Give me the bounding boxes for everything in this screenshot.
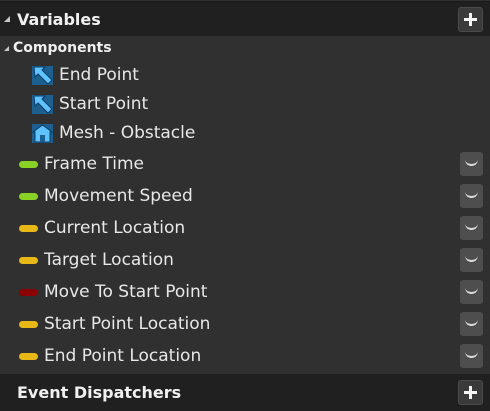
variable-label: Current Location (44, 218, 186, 238)
component-label: Start Point (59, 94, 149, 114)
event-dispatchers-section-header[interactable]: Event Dispatchers (0, 374, 490, 411)
visibility-toggle-icon[interactable] (460, 152, 483, 176)
component-item-mesh-obstacle[interactable]: Mesh - Obstacle (0, 119, 490, 148)
variable-item-movement-speed[interactable]: Movement Speed (0, 181, 490, 210)
scene-arrow-icon (32, 66, 53, 85)
visibility-toggle-icon[interactable] (460, 312, 483, 336)
scene-arrow-icon (32, 95, 53, 114)
component-item-start-point[interactable]: Start Point (0, 90, 490, 119)
variable-label: End Point Location (44, 346, 202, 366)
my-blueprint-panel: Variables Components End Point Start Poi… (0, 0, 490, 411)
variables-title: Variables (17, 9, 101, 29)
variable-type-pill-icon (19, 353, 38, 360)
variable-item-current-location[interactable]: Current Location (0, 213, 490, 242)
component-item-end-point[interactable]: End Point (0, 61, 490, 90)
variable-type-pill-icon (19, 257, 38, 264)
variable-item-start-point-location[interactable]: Start Point Location (0, 309, 490, 338)
visibility-toggle-icon[interactable] (460, 184, 483, 208)
add-variable-button[interactable] (458, 7, 483, 32)
visibility-toggle-icon[interactable] (460, 216, 483, 240)
variable-label: Frame Time (44, 154, 144, 174)
variable-type-pill-icon (19, 193, 38, 200)
components-category-header[interactable]: Components (0, 38, 490, 58)
component-label: End Point (59, 65, 139, 85)
visibility-toggle-icon[interactable] (460, 280, 483, 304)
collapse-caret-icon[interactable] (4, 16, 10, 22)
collapse-caret-icon[interactable] (4, 45, 9, 51)
event-dispatchers-title: Event Dispatchers (17, 383, 182, 402)
static-mesh-icon (32, 124, 53, 143)
variable-type-pill-icon (19, 321, 38, 328)
variable-item-frame-time[interactable]: Frame Time (0, 149, 490, 178)
variable-item-target-location[interactable]: Target Location (0, 245, 490, 274)
variable-type-pill-icon (19, 161, 38, 168)
visibility-toggle-icon[interactable] (460, 344, 483, 368)
variable-type-pill-icon (19, 225, 38, 232)
add-event-dispatcher-button[interactable] (458, 380, 483, 405)
visibility-toggle-icon[interactable] (460, 248, 483, 272)
variable-label: Start Point Location (44, 314, 211, 334)
variable-label: Target Location (44, 250, 174, 270)
variable-type-pill-icon (19, 289, 38, 296)
variables-section-header[interactable]: Variables (0, 1, 490, 36)
variable-label: Move To Start Point (44, 282, 208, 302)
variable-item-end-point-location[interactable]: End Point Location (0, 341, 490, 370)
component-label: Mesh - Obstacle (59, 123, 196, 143)
variable-item-move-to-start-point[interactable]: Move To Start Point (0, 277, 490, 306)
variable-label: Movement Speed (44, 186, 193, 206)
components-title: Components (13, 40, 112, 56)
